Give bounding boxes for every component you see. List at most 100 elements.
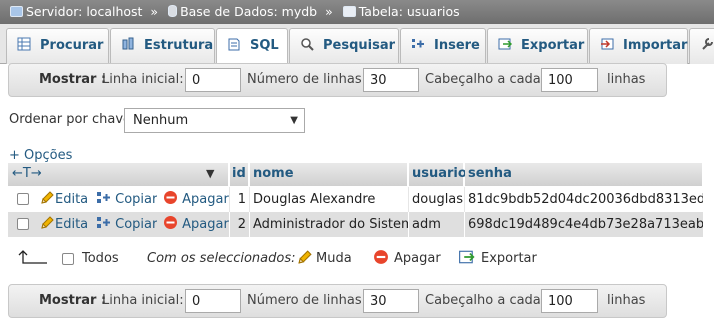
cell-nome[interactable]: Douglas Alexandre [253, 187, 408, 212]
tab-importar[interactable]: Importar [589, 28, 688, 64]
server-icon [10, 6, 23, 17]
column-divider [464, 187, 465, 212]
bulk-actions-bar: Todos Com os seleccionados: Muda Apagar … [0, 248, 714, 274]
edit-row-button[interactable]: Edita [40, 212, 88, 237]
edit-label: Edita [55, 192, 89, 207]
column-header-label: nome [253, 166, 294, 181]
copy-label: Copiar [115, 217, 158, 232]
sort-dropdown-icon[interactable]: ▼ [206, 163, 214, 185]
delete-icon [164, 191, 177, 204]
table-row: Edita Copiar Apagar 1 Douglas Alexandre … [8, 187, 703, 212]
copy-row-icon [97, 217, 110, 228]
select-arrow-icon [18, 250, 47, 264]
server-crumb[interactable]: Servidor: localhost [8, 0, 142, 24]
cell-id[interactable]: 1 [230, 187, 249, 212]
tab-insere[interactable]: Insere [400, 28, 486, 64]
tab-label: Pesquisar [323, 38, 396, 53]
database-label: Base de Dados: mydb [180, 4, 318, 19]
column-header-actions: ←T→ ▼ [8, 163, 229, 186]
edit-row-button[interactable]: Edita [40, 187, 88, 212]
bulk-export-button[interactable]: Exportar [458, 248, 537, 270]
tab-sql[interactable]: SQL [216, 28, 288, 65]
database-icon [168, 5, 178, 17]
column-resize-arrows-icon[interactable]: ←T→ [12, 163, 42, 185]
table-row: Edita Copiar Apagar 2 Administrador do S… [8, 212, 703, 237]
breadcrumb: Servidor: localhost » Base de Dados: myd… [0, 0, 714, 24]
header-every-input[interactable] [541, 68, 598, 92]
dropdown-arrow-icon: ▼ [290, 115, 298, 126]
copy-row-button[interactable]: Copiar [96, 212, 157, 237]
row-checkbox[interactable] [17, 218, 29, 230]
column-header-nome[interactable]: nome [250, 163, 408, 186]
search-icon [301, 38, 314, 51]
tab-more[interactable] [689, 28, 714, 64]
header-every-input[interactable] [541, 289, 598, 313]
bulk-change-label: Muda [316, 251, 352, 266]
delete-row-button[interactable]: Apagar [163, 187, 229, 212]
cell-usuario[interactable]: adm [412, 212, 464, 237]
select-all-label[interactable]: Todos [82, 248, 119, 270]
column-divider [229, 187, 230, 212]
cell-usuario[interactable]: douglas [412, 187, 464, 212]
breadcrumb-separator: » [325, 4, 333, 19]
breadcrumb-separator: » [150, 4, 159, 19]
delete-icon [164, 216, 177, 229]
copy-row-button[interactable]: Copiar [96, 187, 157, 212]
start-row-input[interactable] [185, 68, 241, 92]
tab-bar: Procurar Estrutura SQL Pesquisar Insere … [0, 24, 714, 65]
show-label: Mostrar : [39, 72, 107, 87]
table-crumb[interactable]: Tabela: usuarios [341, 0, 460, 24]
column-divider [249, 212, 250, 237]
start-row-label: Linha inicial: [102, 72, 184, 87]
bulk-delete-button[interactable]: Apagar [373, 248, 441, 270]
start-row-input[interactable] [185, 289, 241, 313]
browse-icon [17, 37, 31, 51]
column-header-label: usuario [412, 166, 467, 181]
pencil-icon [41, 191, 54, 204]
orderby-select[interactable]: Nenhum ▼ [124, 108, 305, 133]
tab-estrutura[interactable]: Estrutura [110, 28, 215, 64]
column-divider [408, 212, 409, 237]
delete-label: Apagar [182, 192, 229, 207]
export-icon [459, 250, 475, 264]
select-all-checkbox[interactable] [62, 253, 74, 265]
tab-pesquisar[interactable]: Pesquisar [289, 28, 399, 64]
lines-label: linhas [607, 72, 646, 87]
structure-icon [122, 37, 134, 50]
table-label: Tabela: usuarios [358, 4, 460, 19]
cell-nome[interactable]: Administrador do Sistema [253, 212, 408, 237]
cell-id[interactable]: 2 [230, 212, 249, 237]
cell-senha[interactable]: 81dc9bdb52d04dc20036dbd8313ed055 [468, 187, 703, 212]
column-header-senha[interactable]: senha [465, 163, 703, 186]
database-crumb[interactable]: Base de Dados: mydb [166, 0, 317, 24]
insert-icon [412, 39, 424, 48]
header-every-label: Cabeçalho a cada [425, 72, 541, 87]
tab-label: Estrutura [144, 38, 214, 53]
navigation-bar-bottom: Mostrar : Linha inicial: Número de linha… [8, 284, 667, 318]
row-count-input[interactable] [363, 68, 419, 92]
tab-label: Insere [434, 38, 480, 53]
bulk-export-label: Exportar [481, 251, 537, 266]
column-divider [249, 187, 250, 212]
header-every-label: Cabeçalho a cada [425, 293, 541, 308]
delete-row-button[interactable]: Apagar [163, 212, 229, 237]
copy-row-icon [97, 192, 110, 203]
bulk-delete-label: Apagar [394, 251, 441, 266]
cell-senha[interactable]: 698dc19d489c4e4db73e28a713eab07b [468, 212, 703, 237]
row-checkbox[interactable] [17, 193, 29, 205]
bulk-change-button[interactable]: Muda [297, 248, 352, 270]
tab-procurar[interactable]: Procurar [6, 28, 109, 64]
column-divider [229, 212, 230, 237]
import-icon [601, 38, 614, 50]
row-count-input[interactable] [363, 289, 419, 313]
row-count-label: Número de linhas: [247, 72, 366, 87]
lines-label: linhas [607, 293, 646, 308]
tab-exportar[interactable]: Exportar [487, 28, 588, 64]
row-count-label: Número de linhas: [247, 293, 366, 308]
export-icon [498, 38, 512, 50]
column-divider [408, 187, 409, 212]
column-header-id[interactable]: id [230, 163, 249, 186]
table-icon [342, 6, 356, 17]
column-header-usuario[interactable]: usuario [409, 163, 467, 186]
pencil-icon [41, 216, 54, 229]
